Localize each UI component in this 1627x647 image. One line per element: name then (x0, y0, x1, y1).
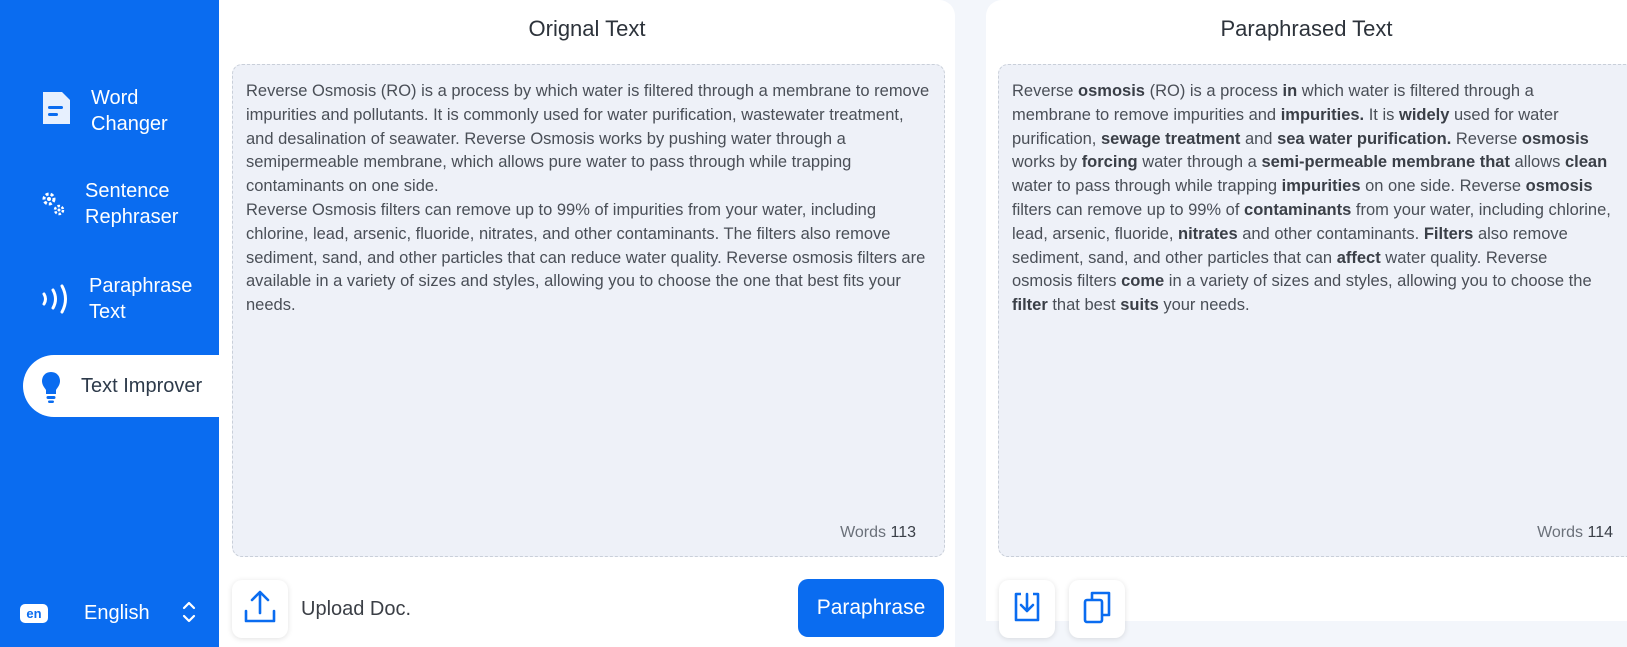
download-icon (1012, 590, 1042, 629)
sidebar-item-sentence-rephraser[interactable]: Sentence Rephraser (0, 173, 219, 235)
text-segment: water to pass through while trapping (1012, 177, 1282, 196)
sidebar-item-paraphrase-text[interactable]: Paraphrase Text (0, 268, 219, 330)
text-segment: It is (1364, 105, 1399, 124)
changed-word: contaminants (1244, 200, 1352, 219)
text-segment: water through a (1137, 153, 1262, 172)
changed-word: forcing (1081, 153, 1138, 172)
copy-icon (1082, 590, 1112, 629)
changed-word: sewage treatment (1100, 129, 1241, 148)
text-segment: Reverse (1451, 129, 1522, 148)
language-label: English (84, 601, 150, 624)
changed-word: impurities. (1280, 105, 1365, 124)
language-selector[interactable]: en English (20, 596, 200, 630)
paraphrased-text-output[interactable]: Reverse osmosis (RO) is a process in whi… (998, 64, 1627, 557)
upload-icon (243, 589, 277, 630)
original-paragraph-2: Reverse Osmosis filters can remove up to… (246, 200, 926, 315)
changed-word: filter (1012, 296, 1048, 315)
sidebar-item-label: Paraphrase Text (89, 275, 193, 323)
paraphrased-text-content: Reverse osmosis (RO) is a process in whi… (1012, 80, 1611, 318)
sidebar-item-text-improver[interactable]: Text Improver (23, 355, 219, 417)
text-segment: your needs. (1158, 296, 1250, 315)
original-text-input[interactable]: Reverse Osmosis (RO) is a process by whi… (232, 64, 945, 557)
changed-word: osmosis (1078, 82, 1145, 100)
text-segment: and (1240, 129, 1278, 148)
word-count-label: Words (840, 524, 887, 541)
original-text-title: Orignal Text (528, 16, 646, 41)
text-segment: Reverse (1012, 82, 1079, 100)
text-segment: works by (1012, 153, 1082, 172)
text-segment: (RO) is a process (1144, 82, 1283, 100)
changed-word: widely (1398, 105, 1450, 124)
app-root: Word Changer Sentence Rephraser Paraphra… (0, 0, 1627, 647)
original-paragraph-1: Reverse Osmosis (RO) is a process by whi… (246, 82, 930, 196)
changed-word: clean (1564, 153, 1608, 172)
changed-word: nitrates (1178, 224, 1238, 243)
word-count-value: 113 (890, 524, 916, 541)
changed-word: impurities (1281, 177, 1361, 196)
changed-word: in (1282, 82, 1298, 100)
paraphrased-text-panel: Paraphrased Text Reverse osmosis (RO) is… (986, 0, 1627, 621)
upload-doc-button[interactable] (232, 580, 288, 638)
chevron-up-down-icon (182, 599, 196, 630)
gears-icon (40, 189, 66, 217)
changed-word: Filters (1423, 224, 1474, 243)
download-button[interactable] (999, 580, 1055, 638)
sidebar-item-label: Word Changer (91, 87, 168, 135)
changed-word: come (1121, 272, 1165, 291)
changed-word: sea water purification. (1277, 129, 1452, 148)
sidebar-item-label: Sentence Rephraser (85, 180, 179, 228)
text-segment: that best (1047, 296, 1121, 315)
original-word-count: Words 113 (840, 524, 916, 542)
text-segment: and other contaminants. (1237, 224, 1424, 243)
document-icon (40, 90, 72, 126)
sidebar-item-word-changer[interactable]: Word Changer (0, 80, 219, 142)
copy-button[interactable] (1069, 580, 1125, 638)
original-text-content: Reverse Osmosis (RO) is a process by whi… (246, 80, 934, 318)
original-text-panel: Orignal Text Reverse Osmosis (RO) is a p… (219, 0, 955, 647)
word-count-value: 114 (1587, 524, 1613, 541)
changed-word: affect (1336, 248, 1381, 267)
text-segment: allows (1509, 153, 1565, 172)
sidebar: Word Changer Sentence Rephraser Paraphra… (0, 0, 219, 647)
text-segment: filters can remove up to 99% of (1012, 200, 1245, 219)
changed-word: semi-permeable membrane that (1261, 153, 1510, 172)
word-count-label: Words (1537, 524, 1584, 541)
lightbulb-icon (40, 370, 62, 404)
paraphrased-text-title: Paraphrased Text (1220, 16, 1393, 41)
language-code-badge: en (20, 603, 48, 623)
sidebar-item-label: Text Improver (81, 375, 203, 397)
changed-word: suits (1120, 296, 1159, 315)
text-segment: in a variety of sizes and styles, allowi… (1164, 272, 1592, 291)
changed-word: osmosis (1521, 129, 1589, 148)
changed-word: osmosis (1525, 177, 1593, 196)
text-segment: on one side. Reverse (1360, 177, 1526, 196)
paraphrase-button[interactable]: Paraphrase (798, 579, 944, 637)
upload-doc-label[interactable]: Upload Doc. (301, 598, 411, 621)
paraphrased-word-count: Words 114 (1537, 524, 1613, 542)
sound-waves-icon (40, 282, 72, 316)
